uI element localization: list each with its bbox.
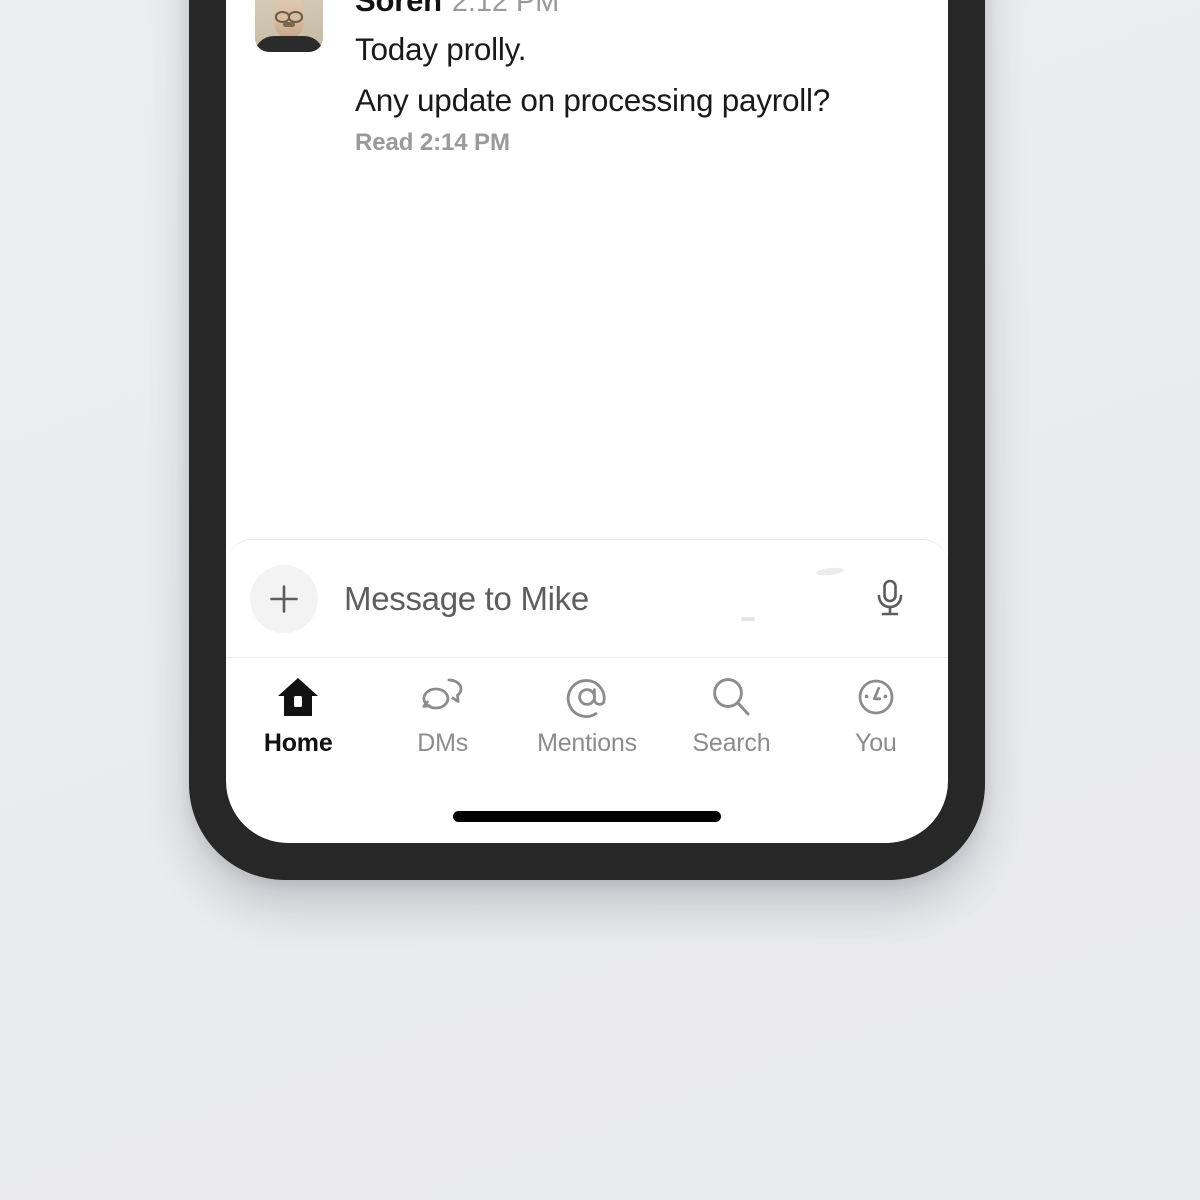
bottom-tab-bar[interactable]: Home DMs Mentions Search You [226,657,948,789]
message-composer[interactable]: Message to Mike [226,539,948,657]
home-icon [275,674,321,720]
tab-label: Mentions [537,729,637,757]
tab-label: Search [692,729,771,757]
message-sender: Soren [355,0,442,19]
chat-bubbles-icon [419,674,467,720]
message-body: Soren 2:12 PM Today prolly. Any update on… [355,0,922,157]
message-timestamp: 2:12 PM [451,0,560,19]
message-text: Today prolly. [355,31,527,68]
message-meta: Soren 2:12 PM [355,0,922,17]
phone-device-frame: Check the Figma link I sent yesterday. T… [189,0,985,880]
microphone-icon[interactable] [862,571,918,627]
tab-label: Home [263,729,333,757]
composer-artifact [741,617,755,621]
magnifier-icon [708,674,754,720]
screenshot-stage: Check the Figma link I sent yesterday. T… [0,0,1200,1200]
tab-label: DMs [417,729,468,757]
avatar[interactable] [255,0,323,53]
message-list[interactable]: Check the Figma link I sent yesterday. T… [226,0,948,539]
at-sign-icon [564,674,610,720]
tab-label: You [855,729,897,757]
tab-you[interactable]: You [804,674,948,758]
phone-screen: Check the Figma link I sent yesterday. T… [226,0,948,843]
tab-dms[interactable]: DMs [370,674,514,758]
tab-mentions[interactable]: Mentions [515,674,659,758]
profile-face-icon [853,674,899,720]
plus-icon[interactable] [250,564,318,633]
tab-home[interactable]: Home [226,674,370,758]
message-input[interactable]: Message to Mike [344,580,862,618]
home-indicator[interactable] [453,810,721,822]
composer-artifact [815,566,845,577]
tab-search[interactable]: Search [659,674,803,758]
home-indicator-area [226,789,948,843]
read-receipt: Read 2:14 PM [355,129,510,157]
message-text: Any update on processing payroll? [355,82,831,119]
message-row[interactable]: Soren 2:12 PM Today prolly. Any update on… [226,0,948,157]
